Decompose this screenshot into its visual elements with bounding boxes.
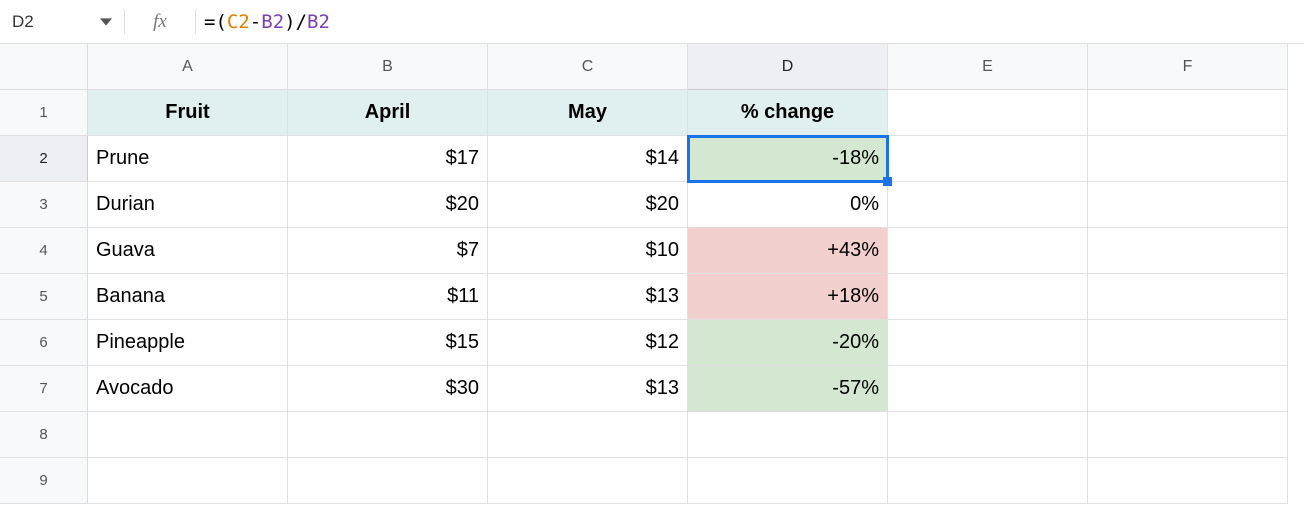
cell-e3[interactable] — [888, 182, 1088, 228]
cell-f2[interactable] — [1088, 136, 1288, 182]
cell-b8[interactable] — [288, 412, 488, 458]
name-box[interactable]: D2 — [0, 0, 88, 43]
cell-e9[interactable] — [888, 458, 1088, 504]
cell-a2[interactable]: Prune — [88, 136, 288, 182]
row-header-9[interactable]: 9 — [0, 458, 88, 504]
cell-d8[interactable] — [688, 412, 888, 458]
cell-b4[interactable]: $7 — [288, 228, 488, 274]
cell-e8[interactable] — [888, 412, 1088, 458]
cell-b9[interactable] — [288, 458, 488, 504]
dropdown-icon — [100, 16, 112, 28]
col-header-c[interactable]: C — [488, 44, 688, 90]
row-header-4[interactable]: 4 — [0, 228, 88, 274]
formula-token: / — [296, 11, 307, 33]
formula-token: = — [204, 11, 215, 33]
cell-d5[interactable]: +18% — [688, 274, 888, 320]
cell-c5[interactable]: $13 — [488, 274, 688, 320]
cell-f7[interactable] — [1088, 366, 1288, 412]
col-header-b[interactable]: B — [288, 44, 488, 90]
cell-c8[interactable] — [488, 412, 688, 458]
cell-f8[interactable] — [1088, 412, 1288, 458]
cell-f1[interactable] — [1088, 90, 1288, 136]
cell-f5[interactable] — [1088, 274, 1288, 320]
cell-a5[interactable]: Banana — [88, 274, 288, 320]
row-header-8[interactable]: 8 — [0, 412, 88, 458]
formula-ref-c2: C2 — [227, 11, 250, 33]
formula-input[interactable]: =(C2-B2)/B2 — [196, 0, 1304, 43]
formula-bar: D2 fx =(C2-B2)/B2 — [0, 0, 1304, 44]
row-header-5[interactable]: 5 — [0, 274, 88, 320]
formula-ref-b2: B2 — [261, 11, 284, 33]
cell-e4[interactable] — [888, 228, 1088, 274]
cell-d2[interactable]: -18% — [688, 136, 888, 182]
formula-token: ( — [215, 11, 226, 33]
cell-e7[interactable] — [888, 366, 1088, 412]
cell-a6[interactable]: Pineapple — [88, 320, 288, 366]
col-header-d[interactable]: D — [688, 44, 888, 90]
cell-c6[interactable]: $12 — [488, 320, 688, 366]
row-header-2[interactable]: 2 — [0, 136, 88, 182]
formula-token: - — [250, 11, 261, 33]
spreadsheet-grid: A B C D E F 1 Fruit April May % change 2… — [0, 44, 1304, 504]
cell-c9[interactable] — [488, 458, 688, 504]
name-box-dropdown[interactable] — [88, 0, 124, 43]
cell-c7[interactable]: $13 — [488, 366, 688, 412]
row-header-7[interactable]: 7 — [0, 366, 88, 412]
col-header-a[interactable]: A — [88, 44, 288, 90]
cell-b6[interactable]: $15 — [288, 320, 488, 366]
cell-e2[interactable] — [888, 136, 1088, 182]
fx-icon[interactable]: fx — [125, 0, 195, 43]
cell-b2[interactable]: $17 — [288, 136, 488, 182]
cell-c3[interactable]: $20 — [488, 182, 688, 228]
cell-a3[interactable]: Durian — [88, 182, 288, 228]
cell-d3[interactable]: 0% — [688, 182, 888, 228]
cell-d4[interactable]: +43% — [688, 228, 888, 274]
cell-a7[interactable]: Avocado — [88, 366, 288, 412]
cell-e1[interactable] — [888, 90, 1088, 136]
formula-token: ) — [284, 11, 295, 33]
col-header-e[interactable]: E — [888, 44, 1088, 90]
cell-b1[interactable]: April — [288, 90, 488, 136]
cell-d6[interactable]: -20% — [688, 320, 888, 366]
cell-a4[interactable]: Guava — [88, 228, 288, 274]
cell-a8[interactable] — [88, 412, 288, 458]
cell-f3[interactable] — [1088, 182, 1288, 228]
cell-b7[interactable]: $30 — [288, 366, 488, 412]
fill-handle[interactable] — [883, 177, 892, 186]
cell-d9[interactable] — [688, 458, 888, 504]
cell-f9[interactable] — [1088, 458, 1288, 504]
cell-e6[interactable] — [888, 320, 1088, 366]
cell-d1[interactable]: % change — [688, 90, 888, 136]
cell-b3[interactable]: $20 — [288, 182, 488, 228]
row-header-1[interactable]: 1 — [0, 90, 88, 136]
cell-f4[interactable] — [1088, 228, 1288, 274]
cell-d7[interactable]: -57% — [688, 366, 888, 412]
cell-f6[interactable] — [1088, 320, 1288, 366]
row-header-6[interactable]: 6 — [0, 320, 88, 366]
cell-c1[interactable]: May — [488, 90, 688, 136]
col-header-f[interactable]: F — [1088, 44, 1288, 90]
row-header-3[interactable]: 3 — [0, 182, 88, 228]
cell-b5[interactable]: $11 — [288, 274, 488, 320]
cell-a1[interactable]: Fruit — [88, 90, 288, 136]
cell-c2[interactable]: $14 — [488, 136, 688, 182]
formula-ref-b2: B2 — [307, 11, 330, 33]
select-all-corner[interactable] — [0, 44, 88, 90]
cell-e5[interactable] — [888, 274, 1088, 320]
cell-c4[interactable]: $10 — [488, 228, 688, 274]
cell-a9[interactable] — [88, 458, 288, 504]
